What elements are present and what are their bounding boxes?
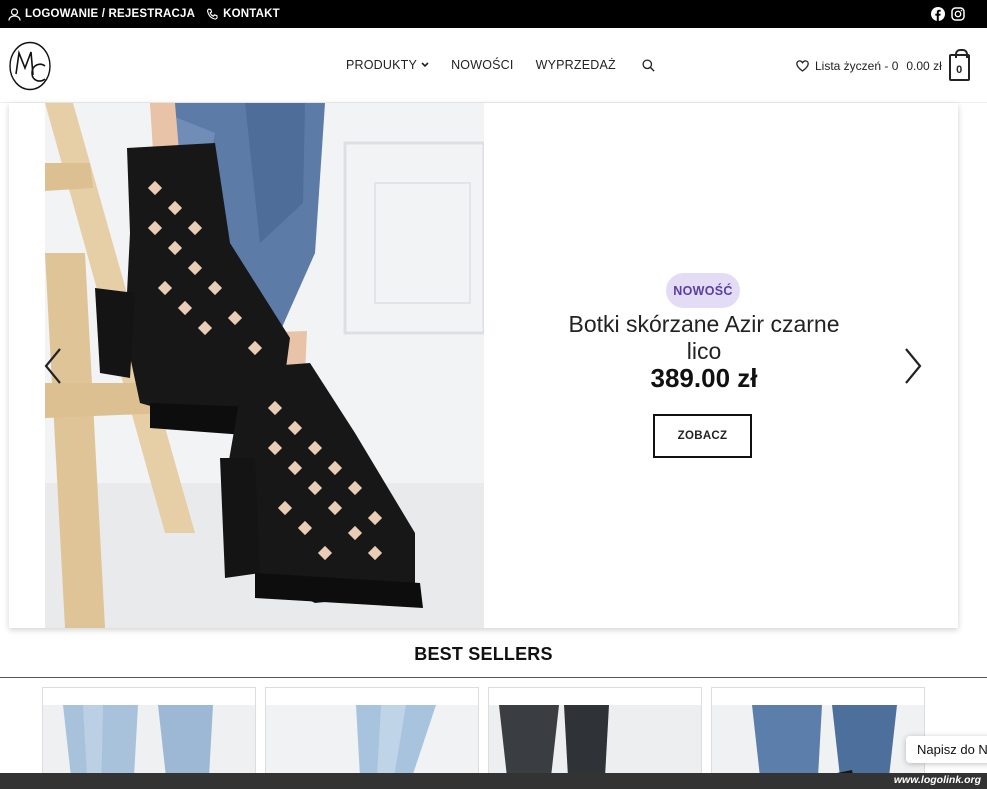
wishlist-label: Lista życzeń - 0 bbox=[815, 59, 899, 73]
product-card[interactable] bbox=[488, 687, 702, 787]
contact-link[interactable]: KONTAKT bbox=[206, 8, 280, 21]
slider-prev-button[interactable] bbox=[43, 347, 63, 390]
nav-item-produkty[interactable]: PRODUKTY bbox=[346, 58, 429, 72]
view-product-button[interactable]: ZOBACZ bbox=[653, 414, 752, 458]
hero-slider: NOWOŚĆ Botki skórzane Azir czarne lico 3… bbox=[9, 103, 958, 628]
nav-item-nowosci[interactable]: NOWOŚCI bbox=[451, 58, 514, 72]
top-bar: LOGOWANIE / REJESTRACJA KONTAKT bbox=[0, 0, 987, 28]
main-header: PRODUKTY NOWOŚCI WYPRZEDAŻ Lista życzeń … bbox=[0, 28, 987, 103]
cart-count: 0 bbox=[956, 63, 963, 76]
chat-widget-button[interactable]: Napisz do N bbox=[906, 736, 987, 763]
chevron-left-icon bbox=[44, 348, 61, 384]
facebook-icon[interactable] bbox=[931, 7, 945, 21]
new-badge: NOWOŚĆ bbox=[666, 273, 740, 308]
phone-icon bbox=[207, 8, 218, 20]
login-label: LOGOWANIE / REJESTRACJA bbox=[25, 8, 196, 20]
main-nav: PRODUKTY NOWOŚCI WYPRZEDAŻ bbox=[346, 58, 677, 72]
user-icon bbox=[8, 7, 21, 21]
bottom-bar: www.logolink.org bbox=[0, 773, 987, 789]
chevron-right-icon bbox=[905, 348, 922, 384]
product-card[interactable] bbox=[42, 687, 256, 787]
instagram-icon[interactable] bbox=[951, 7, 965, 21]
divider bbox=[0, 677, 987, 678]
cart-button[interactable]: 0 bbox=[948, 48, 970, 81]
nav-label: PRODUKTY bbox=[346, 58, 418, 72]
watermark: www.logolink.org bbox=[893, 774, 981, 786]
product-card[interactable] bbox=[265, 687, 479, 787]
nav-item-wyprzedaz[interactable]: WYPRZEDAŻ bbox=[536, 58, 616, 72]
cart-total[interactable]: 0.00 zł bbox=[906, 59, 941, 73]
slider-next-button[interactable] bbox=[903, 347, 923, 390]
best-sellers-title: BEST SELLERS bbox=[414, 644, 553, 664]
search-button[interactable] bbox=[638, 58, 655, 72]
site-logo[interactable] bbox=[8, 40, 52, 92]
login-link[interactable]: LOGOWANIE / REJESTRACJA bbox=[8, 7, 196, 21]
chat-label: Napisz do N bbox=[917, 742, 987, 757]
nav-label: WYPRZEDAŻ bbox=[535, 58, 616, 72]
heart-icon bbox=[796, 60, 809, 72]
product-image[interactable] bbox=[45, 103, 484, 628]
nav-label: NOWOŚCI bbox=[451, 58, 514, 72]
product-title: Botki skórzane Azir czarne lico bbox=[568, 311, 840, 364]
chevron-down-icon bbox=[421, 62, 429, 68]
wishlist-link[interactable]: Lista życzeń - 0 bbox=[796, 59, 898, 73]
search-icon bbox=[642, 58, 655, 72]
contact-label: KONTAKT bbox=[223, 8, 280, 20]
product-price: 389.00 zł bbox=[650, 363, 758, 393]
product-card[interactable] bbox=[711, 687, 925, 787]
